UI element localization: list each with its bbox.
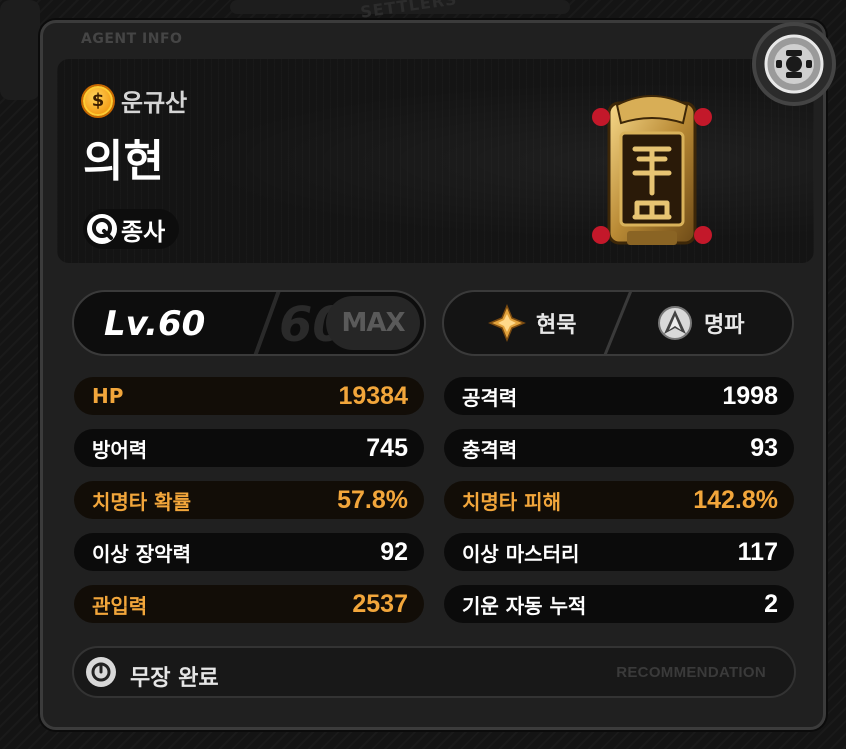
- stat-label: 치명타 확률: [92, 489, 191, 514]
- stat-label: 충격력: [462, 437, 518, 462]
- recommendation-label: RECOMMENDATION: [616, 664, 766, 681]
- attribute-pill: 현묵 명파: [442, 290, 794, 356]
- stat-row-energy-regen: 기운 자동 누적 2: [444, 585, 794, 623]
- role-label: 종사: [121, 217, 166, 246]
- stat-value: 2: [764, 589, 778, 618]
- stat-label: 기운 자동 누적: [462, 593, 587, 618]
- stat-label: HP: [92, 384, 124, 408]
- equipment-status-bar[interactable]: 무장 완료 RECOMMENDATION: [72, 646, 796, 698]
- background-shape: [0, 0, 40, 100]
- faction-emblem-icon: [592, 95, 712, 245]
- auric-ink-icon: [488, 304, 526, 342]
- stat-label: 치명타 피해: [462, 489, 561, 514]
- equipment-status-label: 무장 완료: [130, 666, 219, 691]
- stat-value: 92: [380, 537, 408, 566]
- attribute-type: 명파: [656, 292, 744, 354]
- stat-value: 117: [737, 537, 778, 566]
- stat-row-anomaly-proficiency: 이상 장악력 92: [74, 533, 424, 571]
- equipment-gear-icon: [86, 657, 116, 687]
- stat-label: 이상 마스터리: [462, 541, 580, 566]
- agent-header-card: $ 운규산 의현 종사: [57, 59, 814, 263]
- stat-label: 방어력: [92, 437, 148, 462]
- stat-row-crit-rate: 치명타 확률 57.8%: [74, 481, 424, 519]
- pierce-icon: [658, 306, 692, 340]
- stat-label: 이상 장악력: [92, 541, 191, 566]
- role-badge: 종사: [83, 209, 180, 249]
- attribute-type-label: 명파: [704, 313, 745, 338]
- stat-row-pen: 관입력 2537: [74, 585, 424, 623]
- stat-value: 745: [366, 433, 408, 462]
- level-label: Lv.60: [104, 304, 206, 344]
- faction-row: $ 운규산: [83, 83, 187, 118]
- stat-row-attack: 공격력 1998: [444, 377, 794, 415]
- stat-label: 관입력: [92, 593, 148, 618]
- disc-drive-icon[interactable]: [752, 22, 836, 106]
- stat-value: 2537: [352, 589, 408, 618]
- attribute-element-label: 현묵: [536, 313, 577, 338]
- stat-label: 공격력: [462, 385, 518, 410]
- stat-value: 1998: [722, 381, 778, 410]
- attribute-divider: [602, 292, 633, 354]
- stat-value: 19384: [338, 381, 408, 410]
- agent-info-panel: AGENT INFO $ 운규산 의현 종사: [40, 20, 826, 730]
- stat-value: 57.8%: [337, 485, 408, 514]
- faction-name: 운규산: [121, 89, 188, 117]
- stat-row-hp: HP 19384: [74, 377, 424, 415]
- stat-value: 93: [750, 433, 778, 462]
- stat-row-defense: 방어력 745: [74, 429, 424, 467]
- panel-tab-label: AGENT INFO: [81, 31, 183, 47]
- level-divider: [250, 292, 282, 354]
- q-role-icon: [87, 214, 117, 244]
- agent-name: 의현: [83, 136, 164, 187]
- dollar-coin-icon: $: [83, 85, 113, 116]
- stat-value: 142.8%: [693, 485, 778, 514]
- stat-row-impact: 충격력 93: [444, 429, 794, 467]
- attribute-element: 현묵: [488, 292, 576, 354]
- max-level-badge: MAX: [326, 296, 420, 350]
- stat-row-crit-damage: 치명타 피해 142.8%: [444, 481, 794, 519]
- stat-row-anomaly-mastery: 이상 마스터리 117: [444, 533, 794, 571]
- level-indicator: Lv.60 60 MAX: [72, 290, 426, 356]
